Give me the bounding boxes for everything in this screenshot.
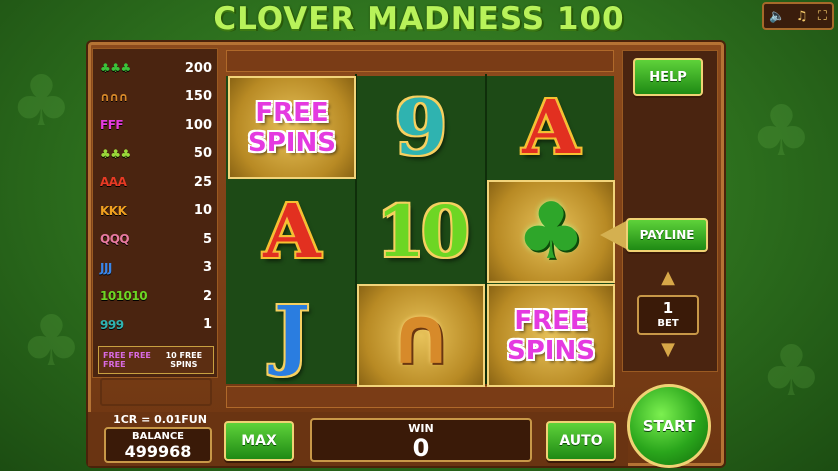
paytable-row: AAA 25 — [100, 172, 212, 192]
paytable-row: 999 1 — [100, 315, 212, 335]
win-display: WIN 0 — [310, 418, 532, 462]
paytable-row: ♣♣♣ 50 — [100, 144, 212, 164]
bet-decrease-icon[interactable]: ▼ — [655, 340, 681, 360]
background-clover-icon: ♣ — [10, 60, 73, 142]
paytable-symbol: ♣♣♣ — [100, 146, 131, 161]
clover-symbol: ♣ — [516, 186, 586, 277]
reel-3-row-2: ♣ — [487, 180, 615, 283]
reels-bottom-border — [226, 386, 614, 408]
horseshoe-symbol: ∩ — [388, 289, 454, 382]
reel-3-row-3: FREE SPINS — [487, 284, 615, 387]
payline-button[interactable]: PAYLINE — [626, 218, 708, 252]
paytable-row: KKK 10 — [100, 201, 212, 221]
paytable-row: ∩∩∩ 150 — [100, 87, 212, 107]
reel-1-row-2: A — [228, 180, 356, 283]
paytable-row: JJJ 3 — [100, 258, 212, 278]
bet-label: BET — [657, 318, 679, 329]
top-controls: 🔈 ♫ ⛶ — [762, 2, 834, 30]
max-bet-button[interactable]: MAX — [224, 421, 294, 461]
music-icon[interactable]: ♫ — [796, 9, 808, 24]
start-spin-button[interactable]: START — [627, 384, 711, 468]
ace-symbol: A — [263, 188, 321, 275]
reel-2-row-1: 9 — [357, 76, 485, 179]
paytable-payout: 1 — [202, 317, 212, 332]
background-clover-icon: ♣ — [20, 300, 83, 382]
fullscreen-icon[interactable]: ⛶ — [818, 9, 827, 24]
paytable-payout: 150 — [184, 89, 212, 104]
paytable-symbol: JJJ — [100, 260, 112, 275]
paytable-payout: 50 — [193, 146, 212, 161]
paytable-payout: 2 — [202, 288, 212, 304]
reels-top-border — [226, 50, 614, 72]
paytable-payout: 3 — [202, 260, 212, 275]
paytable-payout: 5 — [202, 231, 212, 247]
paytable-payout: 100 — [184, 117, 212, 133]
credit-rate: 1CR = 0.01FUN — [113, 413, 207, 426]
reel-3-row-1: A — [487, 76, 615, 179]
paytable-row: QQQ 5 — [100, 229, 212, 249]
paytable-row: 101010 2 — [100, 286, 212, 306]
reel-1-row-3: J — [228, 282, 356, 385]
reel-2-row-2: 10 — [357, 180, 485, 283]
reel-1-row-1: FREE SPINS — [228, 76, 356, 179]
paytable-payout: 25 — [193, 174, 212, 190]
paytable-row: ♣♣♣ 200 — [100, 58, 212, 78]
free-spins-paytable-row: FREE FREE FREE 10 FREE SPINS — [98, 346, 214, 374]
paytable-payout: 10 — [193, 203, 212, 218]
paytable-row: FFF 100 — [100, 115, 212, 135]
auto-spin-button[interactable]: AUTO — [546, 421, 616, 461]
ten-symbol: 10 — [376, 190, 469, 273]
balance-value: 499968 — [124, 442, 192, 461]
bet-display: 1 BET — [637, 295, 699, 335]
sound-icon[interactable]: 🔈 — [769, 9, 785, 24]
bet-increase-icon[interactable]: ▲ — [655, 268, 681, 288]
background-clover-icon: ♣ — [750, 90, 813, 172]
balance-display: BALANCE 499968 — [104, 427, 212, 463]
nine-symbol: 9 — [394, 83, 448, 172]
jack-symbol: J — [274, 289, 310, 378]
ace-symbol: A — [522, 84, 580, 171]
bet-value: 1 — [662, 299, 674, 317]
paytable-payout: 200 — [184, 60, 212, 76]
free-spins-symbol: FREE SPINS — [507, 305, 595, 366]
paytable-symbol: KKK — [100, 203, 127, 218]
help-button[interactable]: HELP — [633, 58, 703, 96]
free-spins-text: 10 FREE SPINS — [165, 351, 203, 369]
paytable-symbol: ∩∩∩ — [100, 89, 128, 104]
game-title: CLOVER MADNESS 100 — [213, 1, 625, 37]
background-clover-icon: ♣ — [760, 330, 823, 412]
reel-2-row-3: ∩ — [357, 284, 485, 387]
paytable-symbol: FFF — [100, 118, 124, 132]
celtic-ornament — [100, 378, 212, 406]
free-spins-icons: FREE FREE FREE — [103, 351, 151, 369]
paytable-symbol: ♣♣♣ — [100, 61, 131, 75]
paytable-symbol: 101010 — [100, 289, 148, 303]
paytable-symbol: QQQ — [100, 232, 130, 246]
paytable-symbol: 999 — [100, 317, 124, 332]
paytable-symbol: AAA — [100, 175, 127, 189]
free-spins-symbol: FREE SPINS — [248, 97, 336, 158]
win-value: 0 — [412, 434, 430, 462]
